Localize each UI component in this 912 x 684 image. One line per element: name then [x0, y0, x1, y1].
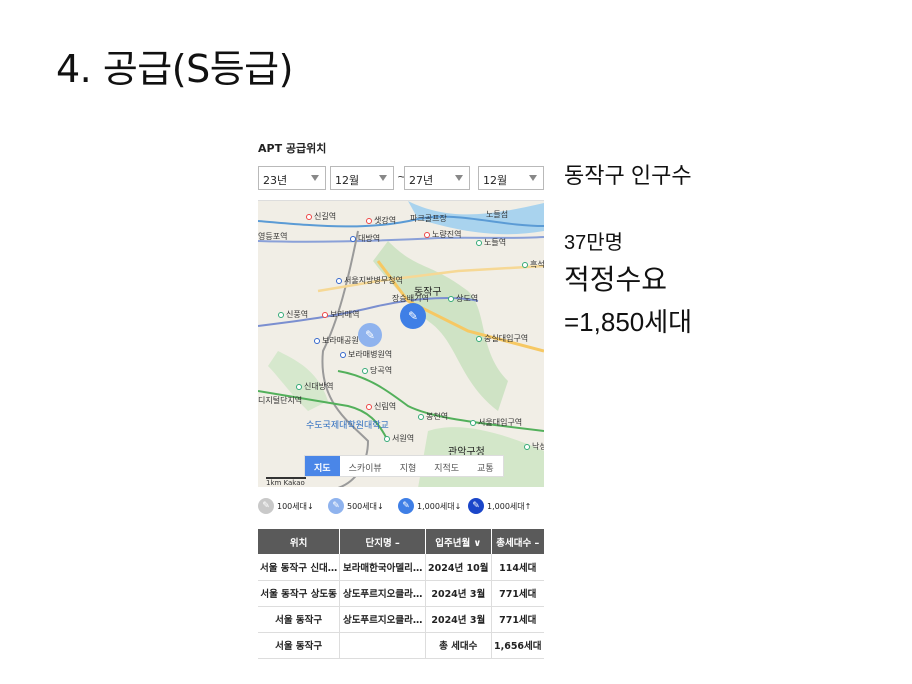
- chevron-down-icon: [379, 175, 387, 181]
- station-label: 파크골프장: [410, 214, 447, 223]
- station-label: 디지털단지역: [258, 396, 303, 405]
- university-label: 수도국제대학원대학교: [306, 421, 389, 431]
- cell-location: 서울 동작구: [258, 606, 341, 633]
- start-year-select[interactable]: 23년: [258, 166, 326, 190]
- pin-icon: ✎: [258, 498, 274, 514]
- tab-traffic[interactable]: 교통: [468, 456, 503, 476]
- station-label: 보라매병원역: [340, 349, 392, 360]
- cell-location: 서울 동작구 상도동: [258, 580, 341, 607]
- cell-households: 771세대: [491, 580, 544, 607]
- legend-item: ✎ 500세대↓: [328, 498, 384, 514]
- table-total-row: 서울 동작구 총 세대수 1,656세대: [258, 632, 544, 659]
- station-label: 서원역: [384, 433, 414, 444]
- pin-icon: ✎: [328, 498, 344, 514]
- col-location[interactable]: 위치: [258, 529, 341, 554]
- cell-move-in-date: 2024년 3월: [425, 580, 492, 607]
- station-label: 신풍역: [278, 309, 308, 320]
- map-type-tabs: 지도 스카이뷰 지형 지적도 교통: [304, 455, 504, 477]
- map-scale: 1km Kakao: [266, 477, 306, 487]
- cell-move-in-date: 2024년 3월: [425, 606, 492, 633]
- cell-complex-name: 상도푸르지오클라…: [339, 606, 427, 633]
- cell-complex-name: 상도푸르지오클라…: [339, 580, 427, 607]
- cell-location: 서울 동작구: [258, 632, 341, 659]
- station-label: 서울지방병무청역: [336, 275, 403, 286]
- end-year-select[interactable]: 27년: [404, 166, 470, 190]
- station-label: 신길역: [306, 211, 336, 222]
- cell-total-households: 1,656세대: [491, 632, 544, 659]
- station-label: 대방역: [350, 233, 380, 244]
- panel-title: APT 공급위치: [258, 142, 327, 155]
- table-row[interactable]: 서울 동작구 신대… 보라매한국아델리… 2024년 10월 114세대: [258, 554, 544, 581]
- legend-item: ✎ 100세대↓: [258, 498, 314, 514]
- supply-table: 위치 단지명 – 입주년월 ∨ 총세대수 – 서울 동작구 신대… 보라매한국아…: [258, 529, 544, 659]
- station-label: 낙성: [524, 441, 544, 452]
- apt-pin-1000-icon[interactable]: ✎: [400, 303, 426, 329]
- legend: ✎ 100세대↓ ✎ 500세대↓ ✎ 1,000세대↓ ✎ 1,000세대↑: [258, 498, 544, 518]
- cell-households: 771세대: [491, 606, 544, 633]
- green-area: [373, 241, 508, 411]
- chevron-down-icon: [455, 175, 463, 181]
- col-move-in-date[interactable]: 입주년월 ∨: [425, 529, 492, 554]
- station-label: 봉천역: [418, 411, 448, 422]
- cell-move-in-date: 2024년 10월: [425, 554, 492, 581]
- legend-item: ✎ 1,000세대↓: [398, 498, 461, 514]
- tab-skyview[interactable]: 스카이뷰: [340, 456, 391, 476]
- station-label: 상도역: [448, 293, 478, 304]
- station-label: 숭실대입구역: [476, 333, 528, 344]
- proper-demand-value: =1,850세대: [564, 307, 693, 337]
- station-label: 노들역: [476, 237, 506, 248]
- cell-complex-name: 보라매한국아델리…: [339, 554, 427, 581]
- cell-location: 서울 동작구 신대…: [258, 554, 341, 581]
- pin-icon: ✎: [468, 498, 484, 514]
- tab-terrain[interactable]: 지형: [391, 456, 426, 476]
- station-label: 신대방역: [296, 381, 333, 392]
- start-month-value: 12월: [335, 174, 360, 187]
- chevron-down-icon: [311, 175, 319, 181]
- population-value: 37만명: [564, 232, 624, 254]
- cell-households: 114세대: [491, 554, 544, 581]
- start-month-select[interactable]: 12월: [330, 166, 394, 190]
- table-header-row: 위치 단지명 – 입주년월 ∨ 총세대수 –: [258, 529, 544, 554]
- col-total-households[interactable]: 총세대수 –: [491, 529, 544, 554]
- map-view[interactable]: 신길역 샛강역 파크골프장 노들섬 영등포역 대방역 노량진역 노들역 흑석 서…: [258, 200, 544, 487]
- station-label: 흑석: [522, 259, 544, 270]
- proper-demand-label: 적정수요: [564, 264, 668, 295]
- col-complex-name[interactable]: 단지명 –: [339, 529, 427, 554]
- station-label: 샛강역: [366, 215, 396, 226]
- station-label: 노량진역: [424, 229, 461, 240]
- end-month-select[interactable]: 12월: [478, 166, 544, 190]
- legend-item: ✎ 1,000세대↑: [468, 498, 531, 514]
- station-label: 서울대입구역: [470, 417, 522, 428]
- chevron-down-icon: [529, 175, 537, 181]
- table-row[interactable]: 서울 동작구 상도푸르지오클라… 2024년 3월 771세대: [258, 606, 544, 633]
- cell-complex-name: [339, 632, 427, 659]
- pin-icon: ✎: [398, 498, 414, 514]
- station-label: 노들섬: [486, 210, 509, 219]
- slide-title: 4. 공급(S등급): [56, 47, 293, 91]
- start-year-value: 23년: [263, 174, 288, 187]
- population-label: 동작구 인구수: [564, 163, 692, 188]
- station-label: 보라매공원: [314, 335, 359, 346]
- tab-map[interactable]: 지도: [305, 456, 340, 476]
- station-label: 영등포역: [258, 232, 288, 241]
- cell-total-label: 총 세대수: [425, 632, 492, 659]
- end-year-value: 27년: [409, 174, 434, 187]
- station-label: 신림역: [366, 401, 396, 412]
- table-row[interactable]: 서울 동작구 상도동 상도푸르지오클라… 2024년 3월 771세대: [258, 580, 544, 607]
- apt-pin-500-icon[interactable]: ✎: [358, 323, 382, 347]
- tab-cadastral[interactable]: 지적도: [425, 456, 468, 476]
- station-label: 당곡역: [362, 365, 392, 376]
- station-label: 보라매역: [322, 309, 359, 320]
- end-month-value: 12월: [483, 174, 508, 187]
